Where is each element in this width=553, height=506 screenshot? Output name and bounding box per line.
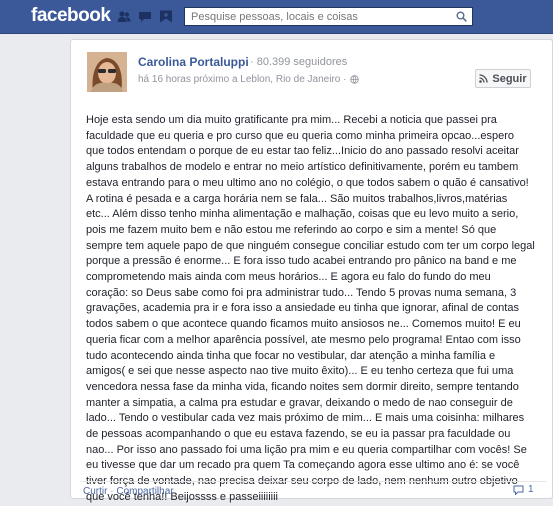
follower-count: · 80.399 seguidores <box>250 56 348 68</box>
post-card: Carolina Portaluppi · 80.399 seguidores … <box>70 39 553 503</box>
globe-icon <box>350 75 360 84</box>
post-meta: há 16 horas próximo a Leblon, Rio de Jan… <box>138 74 360 85</box>
messages-icon[interactable] <box>138 10 152 23</box>
jewel-icons <box>117 10 173 23</box>
post-text: Hoje esta sendo um dia muito gratificant… <box>86 114 535 503</box>
search-input[interactable] <box>191 9 441 24</box>
facebook-logo[interactable]: facebook <box>31 5 111 27</box>
avatar[interactable] <box>87 52 127 92</box>
share-link[interactable]: Compartilhar <box>116 486 173 497</box>
author-name[interactable]: Carolina Portaluppi <box>138 55 249 69</box>
divider <box>81 481 546 482</box>
post-actions: Curtir · Compartilhar <box>83 486 174 497</box>
profile-photo <box>87 52 127 92</box>
top-bar: facebook <box>0 0 553 34</box>
friends-icon[interactable] <box>117 10 131 23</box>
follow-button[interactable]: Seguir <box>475 69 531 88</box>
search-box <box>184 7 473 26</box>
search-button[interactable] <box>450 8 472 25</box>
action-separator: · <box>107 486 117 497</box>
like-link[interactable]: Curtir <box>83 486 107 497</box>
comment-count[interactable]: 1 <box>513 484 534 495</box>
search-icon <box>456 11 467 22</box>
post-meta-text[interactable]: há 16 horas próximo a Leblon, Rio de Jan… <box>138 74 346 85</box>
comment-count-value: 1 <box>528 484 534 495</box>
notifications-icon[interactable] <box>159 10 173 23</box>
rss-icon <box>479 74 489 83</box>
comment-icon <box>513 485 524 495</box>
follow-label: Seguir <box>492 72 527 85</box>
